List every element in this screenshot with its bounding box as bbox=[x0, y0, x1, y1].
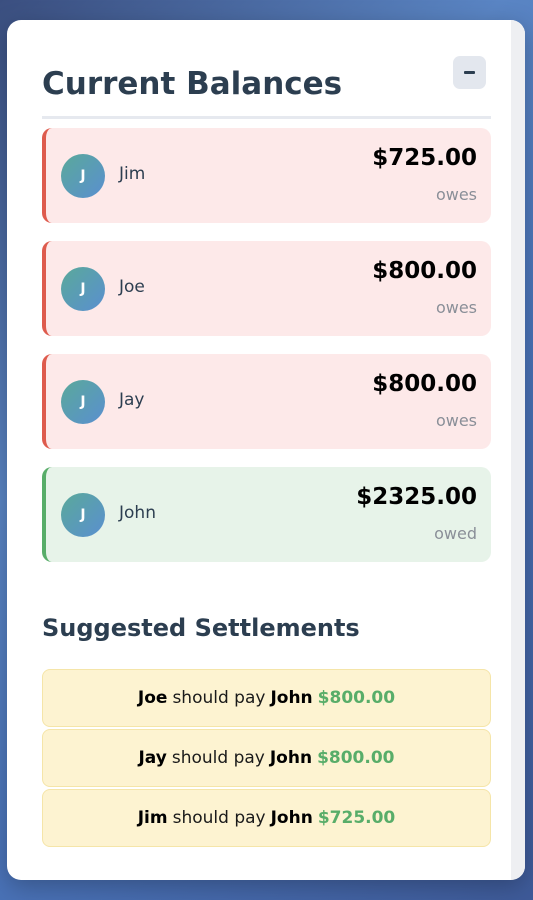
panel-content: Current Balances J Jim $725.00 owes J Jo… bbox=[42, 20, 491, 849]
scrollbar[interactable] bbox=[511, 20, 525, 880]
settlements-title: Suggested Settlements bbox=[42, 614, 360, 642]
settlement-phrase: should pay bbox=[172, 688, 266, 708]
balance-card-jay: J Jay $800.00 owes bbox=[42, 354, 491, 449]
balance-status: owes bbox=[435, 298, 477, 317]
settlement-item: Jay should pay John $800.00 bbox=[42, 729, 491, 787]
payer-name: Jay bbox=[138, 748, 167, 768]
balance-card-jim: J Jim $725.00 owes bbox=[42, 128, 491, 223]
settlement-item: Joe should pay John $800.00 bbox=[42, 669, 491, 727]
balance-amount: $725.00 bbox=[372, 145, 477, 171]
settlement-phrase: should pay bbox=[171, 748, 265, 768]
balance-status: owes bbox=[435, 185, 477, 204]
payer-name: Jim bbox=[137, 808, 168, 828]
payee-name: John bbox=[270, 808, 313, 828]
person-name: Jay bbox=[119, 390, 145, 410]
page-title: Current Balances bbox=[42, 66, 343, 102]
avatar: J bbox=[61, 267, 105, 311]
settlement-item: Jim should pay John $725.00 bbox=[42, 789, 491, 847]
avatar: J bbox=[61, 380, 105, 424]
balance-amount: $2325.00 bbox=[356, 484, 477, 510]
balance-card-john: J John $2325.00 owed bbox=[42, 467, 491, 562]
payer-name: Joe bbox=[137, 688, 168, 708]
avatar: J bbox=[61, 493, 105, 537]
balance-status: owes bbox=[435, 411, 477, 430]
balances-header: Current Balances bbox=[42, 20, 491, 119]
balance-status: owed bbox=[434, 524, 477, 543]
avatar: J bbox=[61, 154, 105, 198]
balance-list: J Jim $725.00 owes J Joe $800.00 owes J … bbox=[42, 128, 491, 562]
person-name: John bbox=[119, 503, 156, 523]
balance-amount: $800.00 bbox=[372, 258, 477, 284]
settlement-amount: $725.00 bbox=[317, 808, 396, 828]
balances-panel: Current Balances J Jim $725.00 owes J Jo… bbox=[7, 20, 525, 880]
settlement-phrase: should pay bbox=[172, 808, 266, 828]
balance-card-joe: J Joe $800.00 owes bbox=[42, 241, 491, 336]
payee-name: John bbox=[269, 748, 313, 768]
person-name: Joe bbox=[119, 277, 145, 297]
settlement-list: Joe should pay John $800.00 Jay should p… bbox=[42, 669, 491, 847]
settlement-amount: $800.00 bbox=[317, 688, 396, 708]
balance-amount: $800.00 bbox=[372, 371, 477, 397]
payee-name: John bbox=[270, 688, 313, 708]
person-name: Jim bbox=[119, 164, 146, 184]
minus-icon bbox=[464, 71, 475, 74]
collapse-button[interactable] bbox=[453, 56, 486, 89]
settlement-amount: $800.00 bbox=[317, 748, 395, 768]
